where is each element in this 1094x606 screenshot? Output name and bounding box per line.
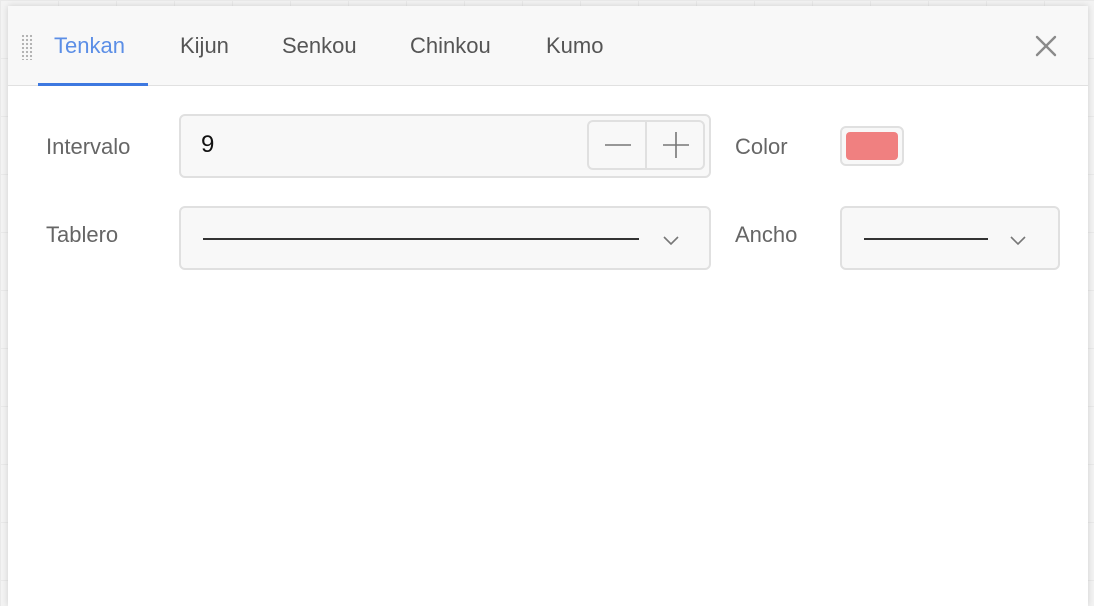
decrement-button[interactable] xyxy=(589,122,647,168)
tab-senkou[interactable]: Senkou xyxy=(282,6,357,86)
plus-icon xyxy=(663,132,689,158)
color-swatch xyxy=(846,132,898,160)
interval-value[interactable]: 9 xyxy=(201,116,214,174)
active-tab-indicator xyxy=(38,83,148,86)
width-select[interactable] xyxy=(840,206,1060,270)
close-button[interactable] xyxy=(1030,30,1062,62)
board-select[interactable] xyxy=(179,206,711,270)
line-width-preview xyxy=(864,238,988,240)
interval-stepper xyxy=(587,120,705,170)
width-label: Ancho xyxy=(735,222,798,247)
chevron-down-icon xyxy=(1010,236,1026,246)
color-picker-button[interactable] xyxy=(840,126,904,166)
increment-button[interactable] xyxy=(647,122,703,168)
interval-label: Intervalo xyxy=(46,134,131,159)
chevron-down-icon xyxy=(663,236,679,246)
drag-handle-icon[interactable] xyxy=(21,34,33,60)
line-style-preview xyxy=(203,238,639,240)
tab-bar: Tenkan Kijun Senkou Chinkou Kumo xyxy=(8,6,1088,86)
tab-tenkan[interactable]: Tenkan xyxy=(54,6,125,86)
indicator-settings-dialog: Tenkan Kijun Senkou Chinkou Kumo Interva… xyxy=(8,6,1088,606)
minus-icon xyxy=(605,144,631,146)
tab-kumo[interactable]: Kumo xyxy=(546,6,603,86)
close-icon xyxy=(1035,35,1057,57)
board-label: Tablero xyxy=(46,222,119,247)
tab-chinkou[interactable]: Chinkou xyxy=(410,6,491,86)
tab-kijun[interactable]: Kijun xyxy=(180,6,229,86)
color-label: Color xyxy=(735,134,788,159)
interval-field[interactable]: 9 xyxy=(179,114,711,178)
